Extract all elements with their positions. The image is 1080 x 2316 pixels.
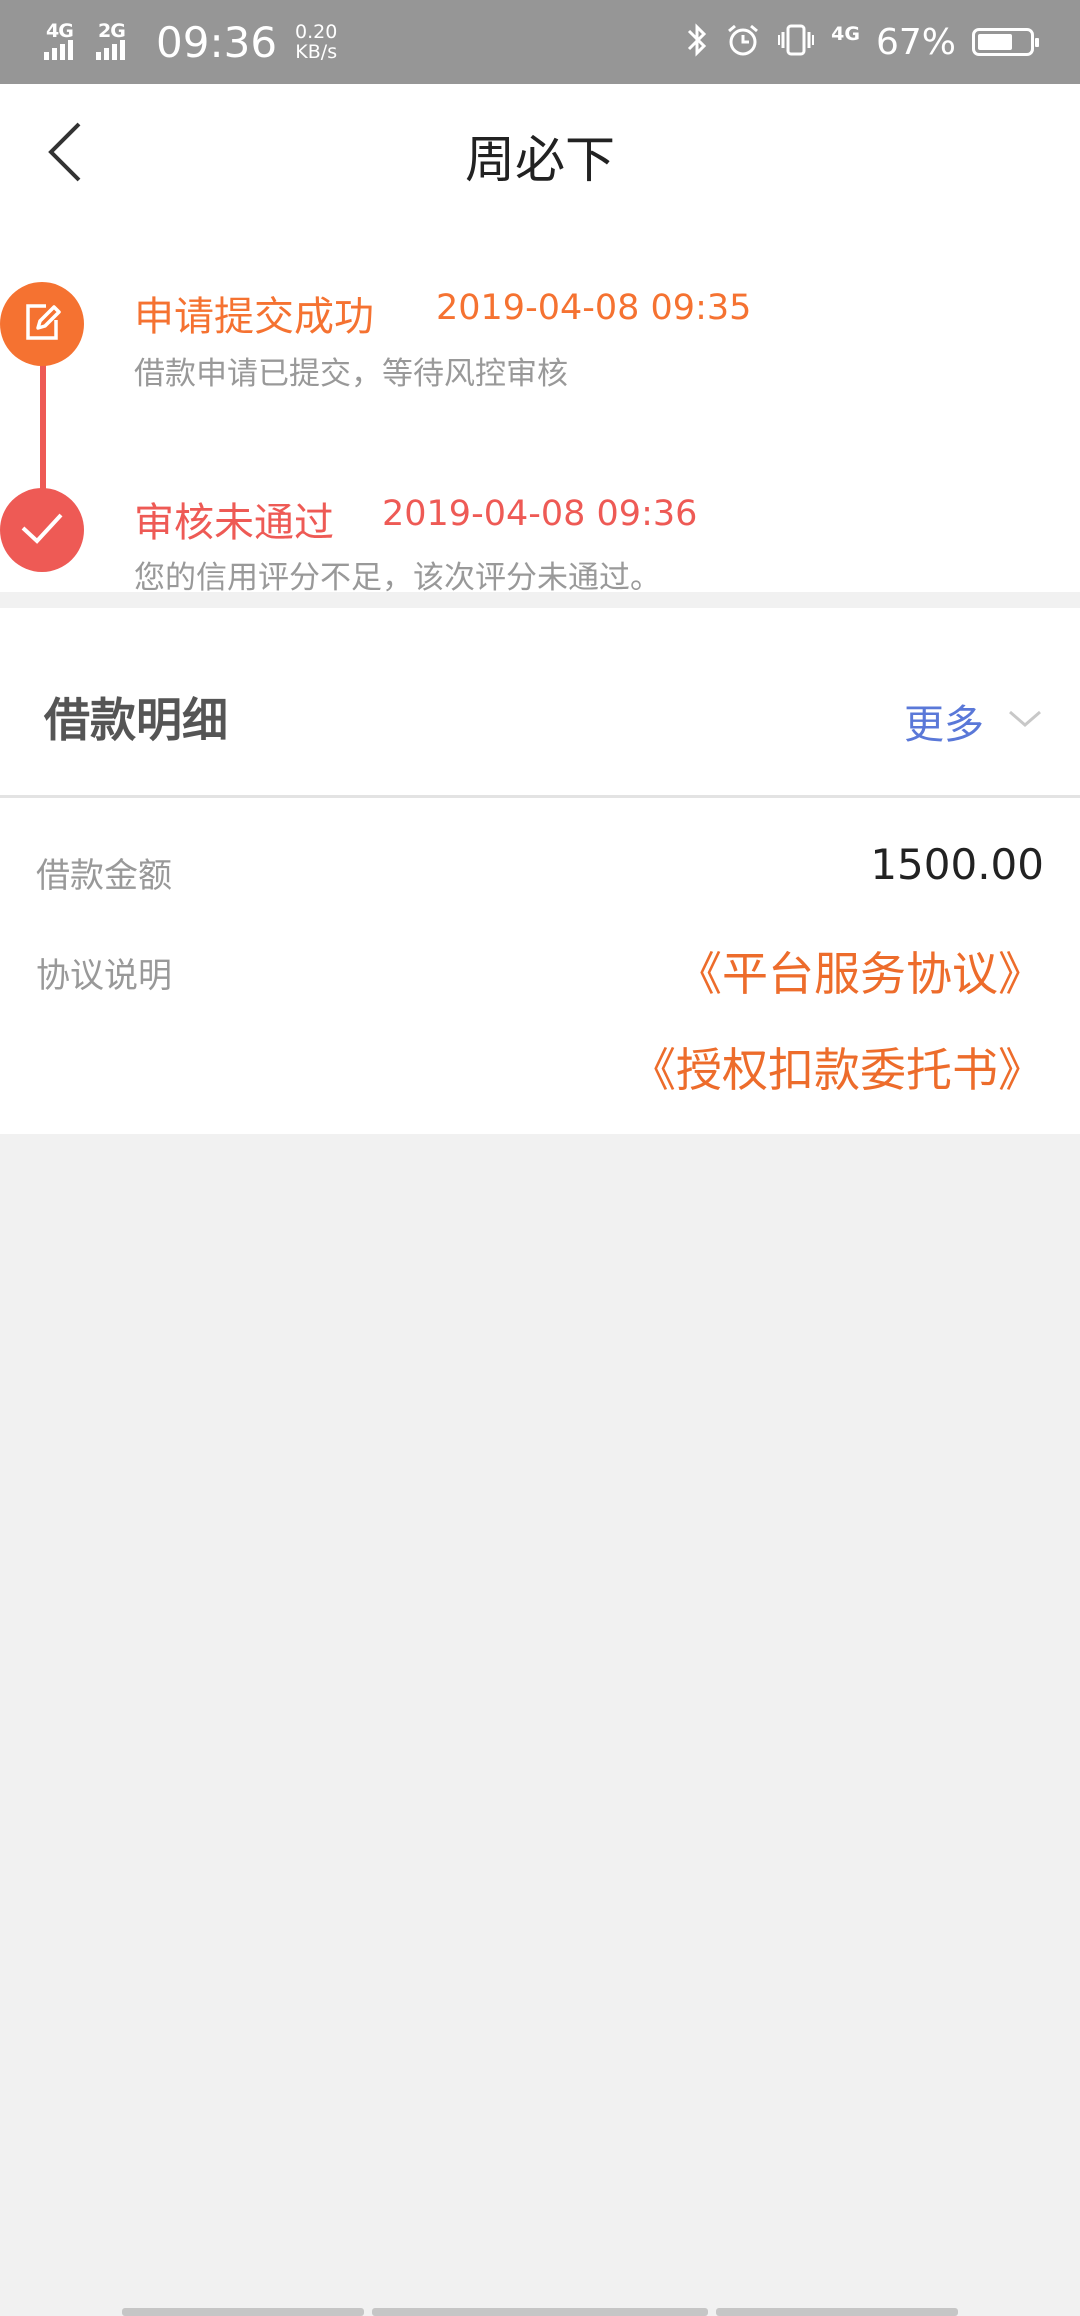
- vibrate-icon: [777, 22, 815, 62]
- section-title: 借款明细: [44, 693, 228, 747]
- timeline-step-title: 申请提交成功: [134, 294, 374, 340]
- signal-icon: 4G: [44, 20, 84, 62]
- loan-detail-card: 借款明细 更多 借款金额 1500.00 协议说明 《平台服务协议》 《授权扣款…: [0, 608, 1080, 1134]
- page-title: 周必下: [465, 131, 615, 189]
- status-right: 4G 67%: [685, 0, 1039, 84]
- deduction-authorization-link[interactable]: 《授权扣款委托书》: [630, 1034, 1044, 1100]
- amount-label: 借款金额: [36, 856, 172, 896]
- signal-4g-icon: 4G: [831, 23, 860, 45]
- platform-service-agreement-link[interactable]: 《平台服务协议》: [676, 938, 1044, 1004]
- network-type-1: 4G: [46, 20, 74, 42]
- timeline-step-rejected-marker: [0, 488, 84, 572]
- status-bar: 4G 2G 09:36 0.20 KB/s 4G 67%: [0, 0, 1080, 84]
- amount-value: 1500.00: [870, 840, 1044, 889]
- more-label: 更多: [904, 702, 984, 748]
- timeline-step-desc: 您的信用评分不足，该次评分未通过。: [134, 560, 661, 596]
- alarm-icon: [725, 22, 761, 62]
- chevron-down-icon: [1008, 709, 1042, 733]
- status-timeline: 申请提交成功 2019-04-08 09:35 借款申请已提交，等待风控审核 审…: [0, 224, 1080, 596]
- section-divider: [0, 592, 1080, 608]
- navigation-bar: [0, 2308, 1080, 2316]
- timeline-step-time: 2019-04-08 09:36: [382, 494, 698, 534]
- status-left: 4G 2G 09:36 0.20 KB/s: [44, 0, 337, 84]
- timeline-step-submitted-marker: [0, 282, 84, 366]
- network-type-2: 2G: [98, 20, 126, 42]
- timeline-step-desc: 借款申请已提交，等待风控审核: [134, 356, 568, 392]
- speed-value: 0.20: [295, 21, 338, 43]
- speed-unit: KB/s: [295, 41, 338, 63]
- battery-icon: [972, 28, 1039, 56]
- network-speed: 0.20 KB/s: [295, 22, 337, 62]
- more-button[interactable]: 更多: [904, 692, 1042, 750]
- timeline-connector: [40, 354, 46, 504]
- timeline-step-title: 审核未通过: [134, 500, 334, 546]
- loan-detail-header: 借款明细 更多: [0, 608, 1080, 798]
- battery-percent: 67%: [875, 21, 956, 63]
- bluetooth-icon: [685, 22, 709, 62]
- edit-icon: [20, 300, 64, 348]
- agreement-label: 协议说明: [36, 956, 172, 996]
- clock: 09:36: [156, 17, 278, 67]
- timeline-step-time: 2019-04-08 09:35: [436, 288, 752, 328]
- nav-header: 周必下: [0, 84, 1080, 224]
- check-icon: [18, 508, 66, 552]
- signal-icon: 2G: [96, 20, 136, 62]
